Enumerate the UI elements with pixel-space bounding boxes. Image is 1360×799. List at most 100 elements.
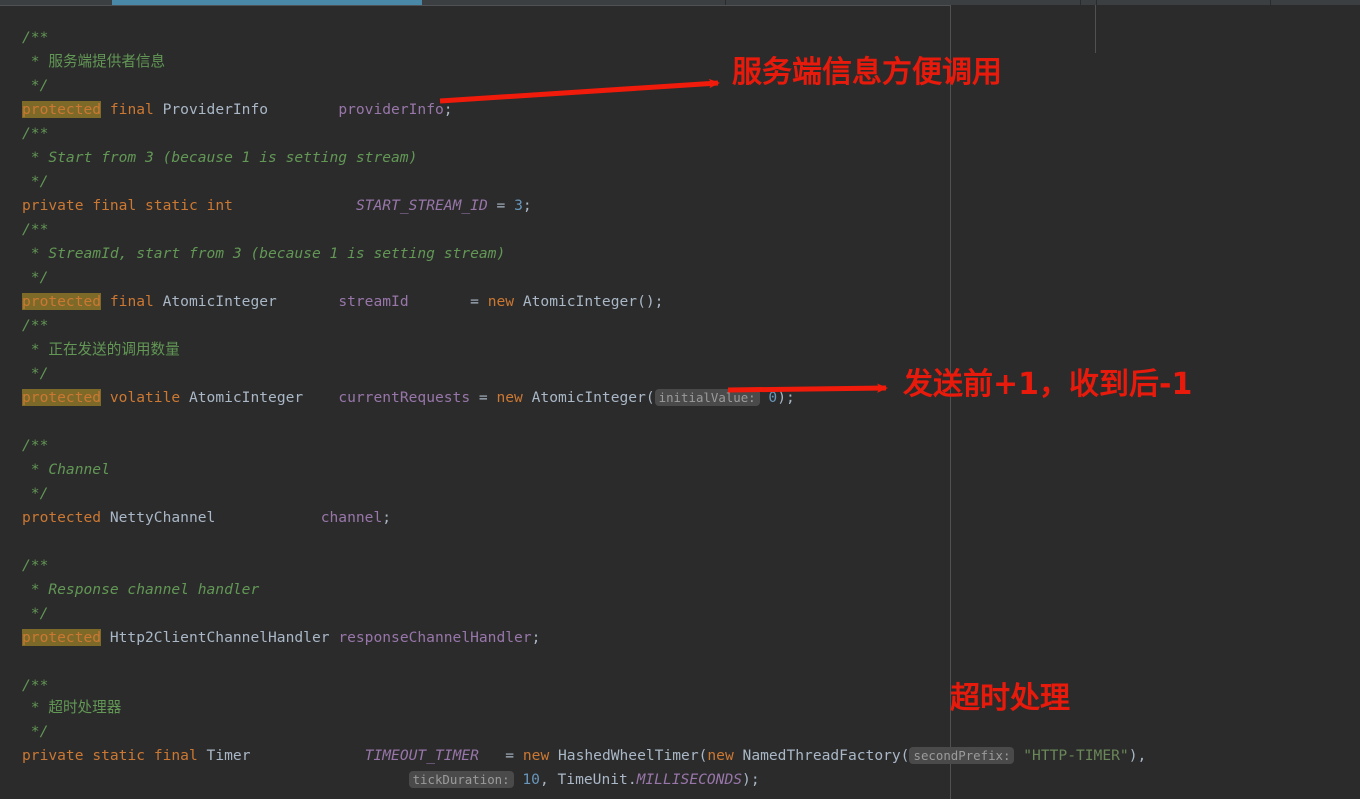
code-token: * Start from 3 (because 1 is setting str… bbox=[22, 149, 418, 166]
code-line[interactable]: */ bbox=[0, 602, 49, 626]
code-token: protected bbox=[22, 101, 102, 118]
code-token: * bbox=[22, 53, 49, 70]
code-line[interactable]: protected NettyChannel channel; bbox=[0, 506, 391, 530]
code-token: protected bbox=[22, 509, 102, 526]
code-token: * StreamId, start from 3 (because 1 is s… bbox=[22, 245, 506, 262]
code-line[interactable]: */ bbox=[0, 74, 49, 98]
code-token: NettyChannel bbox=[101, 509, 321, 526]
annotation-text-3: 超时处理 bbox=[950, 681, 1070, 716]
code-token: Http2ClientChannelHandler bbox=[101, 629, 339, 646]
tab-separator bbox=[1096, 0, 1097, 5]
code-line[interactable]: */ bbox=[0, 170, 49, 194]
code-line[interactable]: /** bbox=[0, 218, 48, 242]
code-line[interactable]: protected volatile AtomicInteger current… bbox=[0, 386, 795, 410]
code-token: */ bbox=[22, 723, 49, 740]
code-line[interactable]: protected Http2ClientChannelHandler resp… bbox=[0, 626, 540, 650]
code-line[interactable]: * Response channel handler bbox=[0, 578, 259, 602]
code-token: * Channel bbox=[22, 461, 110, 478]
code-line[interactable]: protected final AtomicInteger streamId =… bbox=[0, 290, 663, 314]
code-token: = bbox=[470, 389, 497, 406]
code-token: /** bbox=[22, 125, 49, 142]
code-line[interactable]: /** bbox=[0, 674, 48, 698]
code-token: 3 bbox=[514, 197, 523, 214]
code-token: ; bbox=[443, 101, 453, 118]
code-line[interactable]: */ bbox=[0, 362, 49, 386]
code-line[interactable]: /** bbox=[0, 434, 48, 458]
annotation-text-2: 发送前+1，收到后-1 bbox=[903, 367, 1193, 402]
parameter-hint: secondPrefix: bbox=[909, 747, 1015, 764]
code-token: final bbox=[109, 293, 154, 310]
code-line[interactable]: */ bbox=[0, 482, 49, 506]
code-line[interactable] bbox=[0, 650, 31, 674]
code-token: final bbox=[92, 197, 137, 214]
code-line[interactable]: * 正在发送的调用数量 bbox=[0, 338, 180, 362]
code-line[interactable]: */ bbox=[0, 720, 49, 744]
code-line[interactable]: private final static int START_STREAM_ID… bbox=[0, 194, 532, 218]
code-line[interactable]: * 超时处理器 bbox=[0, 696, 122, 720]
code-token: new bbox=[496, 389, 523, 406]
code-token: * Response channel handler bbox=[22, 581, 260, 598]
code-token: protected bbox=[22, 293, 102, 310]
code-token: AtomicInteger bbox=[153, 293, 339, 310]
code-token: ProviderInfo bbox=[153, 101, 339, 118]
code-line[interactable]: /** bbox=[0, 122, 48, 146]
code-token: */ bbox=[22, 605, 49, 622]
code-token: = bbox=[478, 747, 523, 764]
code-line[interactable]: /** bbox=[0, 26, 48, 50]
code-token: = bbox=[408, 293, 488, 310]
code-line[interactable]: * Channel bbox=[0, 458, 110, 482]
parameter-hint: initialValue: bbox=[654, 389, 760, 406]
code-token: private bbox=[22, 197, 84, 214]
code-token: ; bbox=[382, 509, 392, 526]
code-line[interactable]: /** bbox=[0, 314, 48, 338]
code-token: ; bbox=[531, 629, 541, 646]
code-token: protected bbox=[22, 389, 102, 406]
code-token: streamId bbox=[338, 293, 409, 310]
code-line[interactable]: private static final Timer TIMEOUT_TIMER… bbox=[0, 744, 1146, 768]
code-token: "HTTP-TIMER" bbox=[1023, 747, 1129, 764]
code-token: new bbox=[487, 293, 515, 310]
code-token: */ bbox=[22, 269, 49, 286]
code-token: /** bbox=[22, 677, 49, 694]
code-token: final bbox=[153, 747, 198, 764]
code-token: AtomicInteger(); bbox=[514, 293, 664, 310]
code-token: responseChannelHandler bbox=[338, 629, 532, 646]
parameter-hint: tickDuration: bbox=[408, 771, 514, 788]
code-line[interactable]: /** bbox=[0, 554, 48, 578]
code-token: NamedThreadFactory( bbox=[733, 747, 910, 764]
annotation-text-1: 服务端信息方便调用 bbox=[732, 55, 1002, 90]
code-line[interactable]: * 服务端提供者信息 bbox=[0, 50, 165, 74]
code-token: START_STREAM_ID bbox=[355, 197, 488, 214]
code-line[interactable]: */ bbox=[0, 266, 49, 290]
code-token: /** bbox=[22, 221, 49, 238]
code-token: static bbox=[92, 747, 146, 764]
code-token: providerInfo bbox=[338, 101, 444, 118]
code-token: MILLISECONDS bbox=[636, 771, 743, 788]
code-token: ); bbox=[742, 771, 760, 788]
code-token: , TimeUnit. bbox=[539, 771, 637, 788]
code-line[interactable]: tickDuration: 10, TimeUnit.MILLISECONDS)… bbox=[0, 768, 760, 792]
code-editor-content[interactable]: /** * 服务端提供者信息 */ protected final Provide… bbox=[0, 6, 1360, 799]
code-token: AtomicInteger bbox=[180, 389, 339, 406]
code-token: /** bbox=[22, 557, 49, 574]
code-token: */ bbox=[22, 77, 49, 94]
code-line[interactable] bbox=[0, 410, 31, 434]
code-token: * bbox=[22, 699, 49, 716]
code-token: final bbox=[109, 101, 154, 118]
code-line[interactable] bbox=[0, 530, 31, 554]
code-line[interactable]: protected final ProviderInfo providerInf… bbox=[0, 98, 453, 122]
code-token: private bbox=[22, 747, 84, 764]
code-token: /** bbox=[22, 29, 49, 46]
code-line[interactable]: * StreamId, start from 3 (because 1 is s… bbox=[0, 242, 505, 266]
code-token: 超时处理器 bbox=[48, 699, 122, 716]
code-line[interactable]: * Start from 3 (because 1 is setting str… bbox=[0, 146, 418, 170]
